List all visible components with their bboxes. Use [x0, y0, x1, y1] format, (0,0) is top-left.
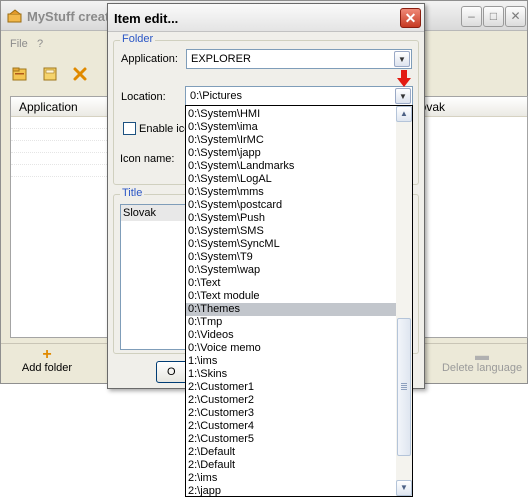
ok-button[interactable]: O: [156, 361, 188, 383]
location-dropdown-list[interactable]: 0:\System\HMI 0:\System\ima 0:\System\IrMC…: [185, 105, 413, 497]
dropdown-option[interactable]: 2:\Customer2: [186, 394, 396, 407]
new-folder-icon[interactable]: [11, 65, 29, 83]
maximize-button[interactable]: □: [483, 6, 504, 27]
application-value: EXPLORER: [191, 53, 251, 65]
dropdown-option[interactable]: 2:\Customer3: [186, 407, 396, 420]
application-combo[interactable]: EXPLORER ▼: [186, 49, 412, 69]
add-folder-button[interactable]: + Add folder: [17, 346, 77, 375]
minus-icon: ▬: [475, 347, 489, 363]
delete-language-label: Delete language: [441, 362, 523, 374]
scrollbar-thumb[interactable]: [397, 318, 411, 456]
scrollbar-grip-line: [401, 385, 407, 386]
dropdown-option[interactable]: 0:\System\IrMC: [186, 134, 396, 147]
plus-icon: +: [42, 346, 52, 363]
application-label: Application:: [121, 53, 178, 65]
grid-row: [11, 153, 109, 165]
dropdown-option[interactable]: 0:\System\SMS: [186, 225, 396, 238]
app-icon: [7, 9, 22, 23]
main-close-button[interactable]: ✕: [505, 6, 526, 27]
dropdown-scrollbar[interactable]: ▲ ▼: [396, 106, 412, 496]
red-down-arrow-icon: [397, 70, 411, 87]
dropdown-option[interactable]: 2:\japp: [186, 485, 396, 496]
dropdown-option[interactable]: 0:\Videos: [186, 329, 396, 342]
dropdown-option[interactable]: 0:\Tmp: [186, 316, 396, 329]
icon-name-label: Icon name:: [120, 153, 175, 165]
delete-icon[interactable]: [71, 65, 89, 83]
application-table[interactable]: Application: [10, 96, 110, 338]
main-window-title: MyStuff creat: [27, 9, 110, 24]
dropdown-option[interactable]: 2:\Default: [186, 446, 396, 459]
delete-language-button[interactable]: ▬ Delete language: [439, 348, 525, 374]
dropdown-option[interactable]: 0:\System\HMI: [186, 108, 396, 121]
scrollbar-grip-line: [401, 389, 407, 390]
dropdown-option[interactable]: 0:\Text module: [186, 290, 396, 303]
dropdown-option[interactable]: 0:\System\SyncML: [186, 238, 396, 251]
scrollbar-grip-line: [401, 387, 407, 388]
dropdown-option[interactable]: 2:\Customer5: [186, 433, 396, 446]
dropdown-option[interactable]: 0:\Text: [186, 277, 396, 290]
add-folder-label: Add folder: [21, 362, 73, 374]
dropdown-option[interactable]: 0:\System\Landmarks: [186, 160, 396, 173]
language-column-header[interactable]: lovak: [413, 97, 527, 117]
dropdown-option[interactable]: 2:\Default: [186, 459, 396, 472]
folder-group-legend: Folder: [120, 33, 156, 45]
dropdown-option[interactable]: 0:\System\ima: [186, 121, 396, 134]
dialog-title-bar: Item edit... ✕: [108, 4, 424, 32]
dropdown-option[interactable]: 1:\Skins: [186, 368, 396, 381]
dropdown-option[interactable]: 1:\ims: [186, 355, 396, 368]
chevron-down-icon[interactable]: ▼: [394, 51, 410, 67]
title-list-row[interactable]: Slovak: [121, 205, 191, 221]
grid-row: [11, 141, 109, 153]
dropdown-option[interactable]: 0:\System\postcard: [186, 199, 396, 212]
chevron-down-icon[interactable]: ▼: [395, 88, 411, 104]
grid-row: [11, 165, 109, 177]
application-column-header[interactable]: Application: [11, 97, 109, 117]
title-group-legend: Title: [120, 187, 145, 199]
dropdown-option[interactable]: 2:\ims: [186, 472, 396, 485]
location-label: Location:: [121, 91, 166, 103]
dropdown-option[interactable]: 0:\Voice memo: [186, 342, 396, 355]
scrollbar-grip-line: [401, 383, 407, 384]
title-list[interactable]: Slovak: [120, 204, 192, 350]
grid-row: [11, 129, 109, 141]
menu-file[interactable]: File: [10, 38, 28, 50]
menu-help[interactable]: ?: [37, 38, 43, 50]
toolbar: [1, 59, 111, 87]
dropdown-option[interactable]: 0:\Themes: [186, 303, 396, 316]
edit-item-icon[interactable]: [41, 65, 59, 83]
dropdown-option[interactable]: 0:\System\japp: [186, 147, 396, 160]
dropdown-option[interactable]: 0:\System\T9: [186, 251, 396, 264]
dropdown-option[interactable]: 0:\System\Push: [186, 212, 396, 225]
scroll-up-button[interactable]: ▲: [396, 106, 412, 122]
enable-icon-checkbox[interactable]: [123, 122, 136, 135]
dropdown-option[interactable]: 0:\System\wap: [186, 264, 396, 277]
dropdown-option[interactable]: 2:\Customer1: [186, 381, 396, 394]
dropdown-option[interactable]: 0:\System\LogAL: [186, 173, 396, 186]
dropdown-option[interactable]: 0:\System\mms: [186, 186, 396, 199]
dropdown-option[interactable]: 2:\Customer4: [186, 420, 396, 433]
scroll-down-button[interactable]: ▼: [396, 480, 412, 496]
location-combo[interactable]: 0:\Pictures ▼: [185, 86, 413, 106]
enable-icon-label: Enable ico: [139, 123, 191, 135]
dialog-close-button[interactable]: ✕: [400, 8, 421, 28]
grid-row: [11, 117, 109, 129]
language-table[interactable]: lovak: [412, 96, 528, 338]
minimize-button[interactable]: –: [461, 6, 482, 27]
dialog-title: Item edit...: [114, 11, 179, 26]
location-value: 0:\Pictures: [190, 90, 242, 102]
